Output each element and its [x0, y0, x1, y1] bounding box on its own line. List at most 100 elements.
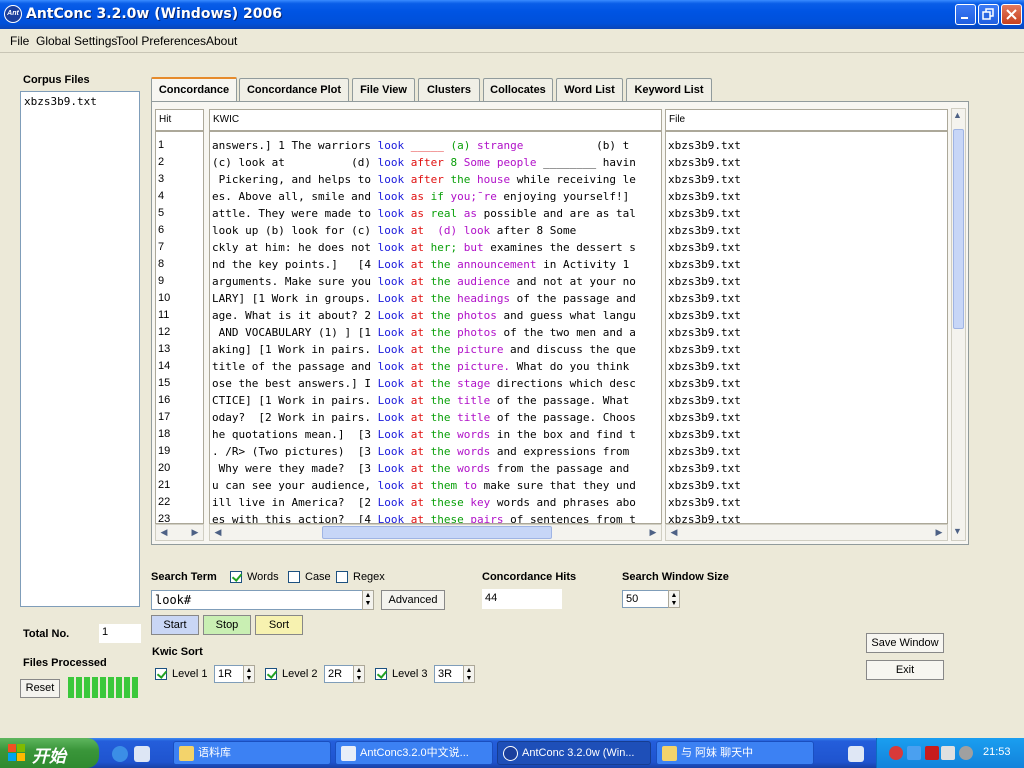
hit-number[interactable]: 3	[158, 171, 164, 188]
kwic-line[interactable]: Pickering, and helps to look after the h…	[212, 171, 660, 188]
spin-down-icon[interactable]: ▼	[245, 675, 253, 683]
level-3-checkbox[interactable]	[375, 668, 387, 680]
scroll-thumb[interactable]	[953, 129, 964, 329]
hit-number[interactable]: 21	[158, 477, 170, 494]
level-3-input[interactable]: 3R	[434, 665, 464, 683]
kwic-line[interactable]: title of the passage and look at the pic…	[212, 358, 660, 375]
spin-up-icon[interactable]: ▲	[245, 667, 253, 675]
hit-number[interactable]: 8	[158, 256, 164, 273]
hit-number[interactable]: 10	[158, 290, 170, 307]
menu-file[interactable]: File	[10, 34, 29, 48]
internet-explorer-icon[interactable]	[112, 746, 128, 762]
hit-number[interactable]: 13	[158, 341, 170, 358]
file-name[interactable]: xbzs3b9.txt	[668, 341, 741, 358]
file-name[interactable]: xbzs3b9.txt	[668, 443, 741, 460]
file-name[interactable]: xbzs3b9.txt	[668, 239, 741, 256]
hit-number[interactable]: 15	[158, 375, 170, 392]
task-chat[interactable]: 与 阿妹 聊天中	[656, 741, 814, 765]
kwic-line[interactable]: look up (b) look for (c) look at (d) loo…	[212, 222, 660, 239]
spin-up-icon[interactable]: ▲	[355, 667, 363, 675]
scroll-up-icon[interactable]: ▲	[953, 110, 962, 120]
tab-concordance[interactable]: Concordance	[151, 77, 237, 102]
spin-up-icon[interactable]: ▲	[670, 592, 678, 600]
tab-keyword-list[interactable]: Keyword List	[626, 78, 712, 101]
file-name[interactable]: xbzs3b9.txt	[668, 290, 741, 307]
hit-number[interactable]: 19	[158, 443, 170, 460]
file-name[interactable]: xbzs3b9.txt	[668, 307, 741, 324]
file-name[interactable]: xbzs3b9.txt	[668, 392, 741, 409]
level-2-spinner[interactable]: ▲ ▼	[353, 665, 365, 683]
tab-file-view[interactable]: File View	[352, 78, 415, 101]
stop-button[interactable]: Stop	[203, 615, 251, 635]
show-desktop-icon[interactable]	[134, 746, 150, 762]
level-1-spinner[interactable]: ▲ ▼	[243, 665, 255, 683]
hit-column-header[interactable]: Hit	[155, 109, 204, 131]
task-folder[interactable]: 语料库	[173, 741, 331, 765]
hit-number[interactable]: 16	[158, 392, 170, 409]
kwic-line[interactable]: AND VOCABULARY (1) ] [1 Look at the phot…	[212, 324, 660, 341]
kwic-line[interactable]: LARY] [1 Work in groups. Look at the hea…	[212, 290, 660, 307]
file-name[interactable]: xbzs3b9.txt	[668, 256, 741, 273]
tab-collocates[interactable]: Collocates	[483, 78, 553, 101]
words-checkbox[interactable]	[230, 571, 242, 583]
file-name[interactable]: xbzs3b9.txt	[668, 188, 741, 205]
kwic-line[interactable]: attle. They were made to look as real as…	[212, 205, 660, 222]
file-name[interactable]: xbzs3b9.txt	[668, 358, 741, 375]
volume-icon[interactable]	[941, 746, 955, 760]
scroll-left-icon[interactable]: ◀	[667, 526, 681, 539]
spin-down-icon[interactable]: ▼	[355, 675, 363, 683]
kwic-line[interactable]: es with this action? [4 Look at these pa…	[212, 511, 660, 523]
tab-clusters[interactable]: Clusters	[418, 78, 480, 101]
task-antconc[interactable]: AntConc 3.2.0w (Win...	[497, 741, 651, 765]
save-window-button[interactable]: Save Window	[866, 633, 944, 653]
file-name[interactable]: xbzs3b9.txt	[668, 205, 741, 222]
file-name[interactable]: xbzs3b9.txt	[668, 137, 741, 154]
file-column[interactable]: xbzs3b9.txt xbzs3b9.txt xbzs3b9.txt xbzs3b9…	[665, 131, 948, 524]
hit-number[interactable]: 6	[158, 222, 164, 239]
kwic-line[interactable]: aking] [1 Work in pairs. Look at the pic…	[212, 341, 660, 358]
hit-number[interactable]: 2	[158, 154, 164, 171]
scroll-right-icon[interactable]: ▶	[646, 526, 660, 539]
kwic-line[interactable]: ose the best answers.] I Look at the sta…	[212, 375, 660, 392]
scroll-left-icon[interactable]: ◀	[157, 526, 171, 539]
scroll-left-icon[interactable]: ◀	[211, 526, 225, 539]
search-term-history-spinner[interactable]: ▲ ▼	[362, 590, 374, 610]
file-name[interactable]: xbzs3b9.txt	[668, 477, 741, 494]
hit-number[interactable]: 20	[158, 460, 170, 477]
qq-icon[interactable]	[889, 746, 903, 760]
tab-word-list[interactable]: Word List	[556, 78, 623, 101]
keyboard-icon[interactable]	[848, 746, 864, 762]
file-name[interactable]: xbzs3b9.txt	[668, 426, 741, 443]
kwic-line[interactable]: es. Above all, smile and look as if you;…	[212, 188, 660, 205]
hit-number[interactable]: 22	[158, 494, 170, 511]
kwic-horizontal-scrollbar[interactable]: ◀ ▶	[209, 524, 662, 541]
kwic-line[interactable]: ill live in America? [2 Look at these ke…	[212, 494, 660, 511]
kwic-line[interactable]: age. What is it about? 2 Look at the pho…	[212, 307, 660, 324]
level-3-spinner[interactable]: ▲ ▼	[463, 665, 475, 683]
kwic-line[interactable]: . /R> (Two pictures) [3 Look at the word…	[212, 443, 660, 460]
start-button[interactable]: 开始	[0, 738, 99, 768]
spin-down-icon[interactable]: ▼	[670, 600, 678, 608]
file-name[interactable]: xbzs3b9.txt	[668, 273, 741, 290]
hit-column[interactable]: 1 2 3 4 5 6 7 8 9 10 11 12 13 14 15 16 17 18 19 20 21 22 23	[155, 131, 204, 524]
spin-up-icon[interactable]: ▲	[364, 592, 372, 600]
start-button[interactable]: Start	[151, 615, 199, 635]
file-horizontal-scrollbar[interactable]: ◀ ▶	[665, 524, 948, 541]
hit-number[interactable]: 18	[158, 426, 170, 443]
level-2-input[interactable]: 2R	[324, 665, 354, 683]
kwic-line[interactable]: he quotations mean.] [3 Look at the word…	[212, 426, 660, 443]
kwic-line[interactable]: CTICE] [1 Work in pairs. Look at the tit…	[212, 392, 660, 409]
menu-about[interactable]: About	[206, 34, 237, 48]
file-name[interactable]: xbzs3b9.txt	[668, 409, 741, 426]
kwic-line[interactable]: Why were they made? [3 Look at the words…	[212, 460, 660, 477]
file-name[interactable]: xbzs3b9.txt	[668, 171, 741, 188]
kwic-column-header[interactable]: KWIC	[209, 109, 662, 131]
sort-button[interactable]: Sort	[255, 615, 303, 635]
hit-number[interactable]: 9	[158, 273, 164, 290]
scroll-down-icon[interactable]: ▼	[953, 526, 962, 536]
spin-up-icon[interactable]: ▲	[465, 667, 473, 675]
hit-number[interactable]: 17	[158, 409, 170, 426]
kwic-line[interactable]: ckly at him: he does not look at her; bu…	[212, 239, 660, 256]
window-size-spinner[interactable]: ▲ ▼	[668, 590, 680, 608]
kwic-line[interactable]: (c) look at (d) look after 8 Some people…	[212, 154, 660, 171]
